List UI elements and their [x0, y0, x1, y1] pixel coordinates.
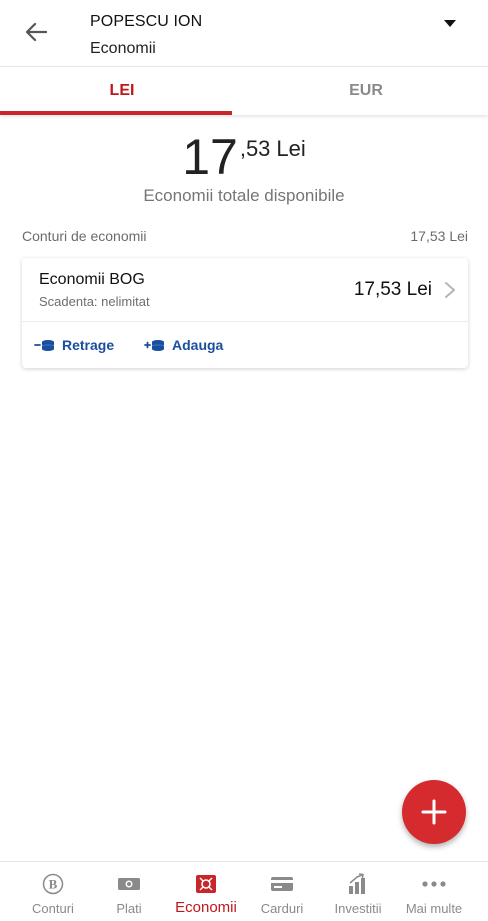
total-balance: 17 ,53 Lei Economii totale disponibile	[0, 128, 488, 206]
savings-section-header: Conturi de economii 17,53 Lei	[22, 228, 468, 244]
nav-item-conturi[interactable]: B Conturi	[15, 862, 91, 921]
svg-text:B: B	[49, 877, 58, 892]
withdraw-button[interactable]: Retrage	[34, 322, 114, 368]
plus-icon	[421, 799, 447, 825]
tab-lei[interactable]: LEI	[0, 67, 244, 115]
nav-label-plati: Plati	[116, 901, 142, 916]
balance-label: Economii totale disponibile	[143, 186, 345, 205]
safe-icon	[196, 875, 216, 893]
section-total: 17,53 Lei	[410, 228, 468, 244]
banknote-icon	[118, 878, 140, 890]
nav-item-economii[interactable]: Economii	[168, 862, 244, 921]
currency-tabs: LEI EUR	[0, 66, 488, 115]
card-icon	[271, 877, 293, 891]
add-coins-icon	[144, 340, 164, 351]
nav-label-carduri: Carduri	[260, 901, 304, 916]
account-holder-name[interactable]: POPESCU ION	[90, 13, 202, 31]
balance-amount: 17 ,53 Lei	[0, 128, 488, 186]
nav-item-plati[interactable]: Plati	[91, 862, 167, 921]
add-funds-button[interactable]: Adauga	[144, 322, 223, 368]
nav-label-mai-multe: Mai multe	[405, 901, 463, 916]
account-row[interactable]: Economii BOG Scadenta: nelimitat 17,53 L…	[22, 258, 468, 322]
arrow-left-icon	[25, 22, 47, 42]
active-tab-indicator	[0, 111, 232, 115]
account-switch-dropdown[interactable]	[442, 17, 458, 29]
balance-currency: Lei	[276, 136, 306, 161]
withdraw-label: Retrage	[62, 337, 115, 353]
page-subtitle: Economii	[90, 40, 156, 57]
account-actions: Retrage Adauga	[22, 322, 468, 368]
account-name: Economii BOG	[39, 271, 145, 288]
add-fab-button[interactable]	[402, 780, 466, 844]
bank-logo-icon: B	[42, 873, 64, 895]
back-button[interactable]	[22, 20, 50, 44]
section-title: Conturi de economii	[22, 228, 147, 244]
balance-integer: 17	[182, 129, 238, 185]
nav-label-economii: Economii	[175, 899, 237, 916]
app-header: POPESCU ION Economii	[0, 0, 488, 66]
more-dots-icon	[422, 881, 446, 887]
chevron-right-icon	[445, 282, 455, 298]
bottom-navigation: B Conturi Plati Economii Carduri Investi…	[0, 861, 488, 921]
balance-decimals: ,53	[239, 136, 271, 161]
nav-label-conturi: Conturi	[32, 901, 74, 916]
account-amount: 17,53 Lei	[353, 279, 432, 300]
nav-item-carduri[interactable]: Carduri	[244, 862, 320, 921]
nav-item-mai-multe[interactable]: Mai multe	[396, 862, 472, 921]
nav-item-investitii[interactable]: Investitii	[320, 862, 396, 921]
nav-label-investitii: Investitii	[334, 901, 382, 916]
caret-down-icon	[444, 19, 456, 27]
withdraw-coins-icon	[34, 340, 54, 351]
savings-account-card: Economii BOG Scadenta: nelimitat 17,53 L…	[22, 258, 468, 368]
bar-chart-icon	[349, 873, 365, 894]
account-maturity: Scadenta: nelimitat	[39, 294, 150, 309]
add-funds-label: Adauga	[172, 337, 224, 353]
tab-eur[interactable]: EUR	[244, 67, 488, 115]
